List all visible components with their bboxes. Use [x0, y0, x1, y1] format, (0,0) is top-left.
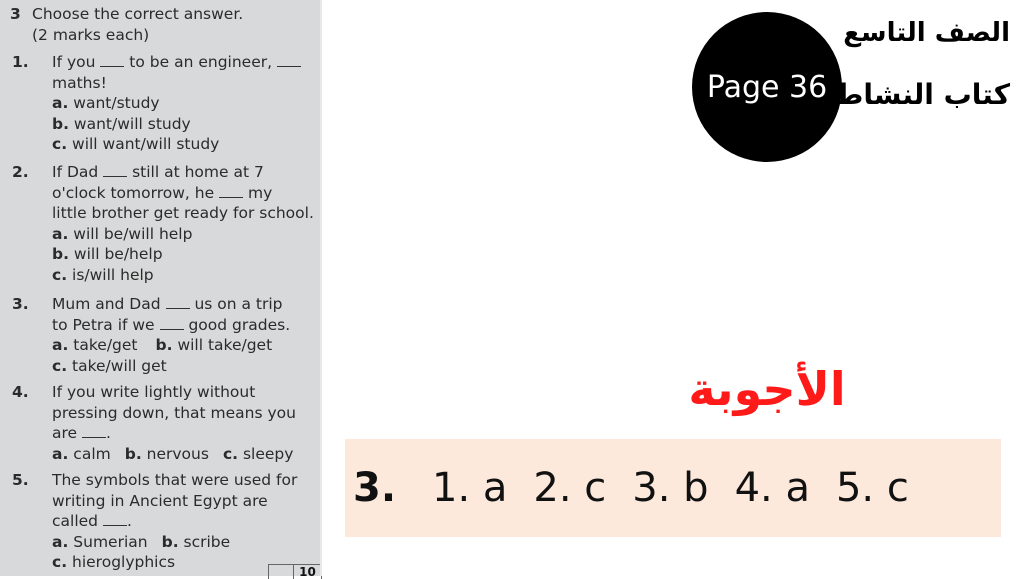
question-text: 3. Mum and Dad us on a trip: [12, 295, 283, 313]
answer-item: 5. c: [835, 465, 909, 511]
option-c: c. is/will help: [52, 265, 154, 284]
question-3: 3. Mum and Dad us on a trip to Petra if w…: [12, 294, 322, 376]
options-ab: a. Sumerian b. scribe: [52, 532, 231, 551]
exercise-title: Choose the correct answer.: [32, 5, 244, 23]
question-text: 5. The symbols that were used for: [12, 471, 298, 489]
score-input-cell: [269, 565, 294, 579]
answer-blank: [219, 186, 244, 198]
grade-label: الصف التاسع: [843, 18, 1010, 48]
question-text: 1. If you to be an engineer,: [12, 52, 322, 73]
answer-blank: [165, 297, 190, 309]
question-4: 4. If you write lightly without pressing …: [12, 382, 322, 464]
answer-item: 3. b: [632, 465, 709, 511]
question-text-cont: writing in Ancient Egypt are: [52, 491, 268, 510]
options-ab: a. take/get b. will take/get: [52, 336, 273, 354]
option-a: a. will be/will help: [52, 224, 193, 243]
exercise-number: 3: [10, 5, 21, 23]
answer-blank: [159, 318, 184, 330]
page-badge-label: Page 36: [706, 69, 828, 105]
option-c: c. take/will get: [52, 356, 167, 375]
answer-blank: [103, 165, 128, 177]
question-text: 2. If Dad still at home at 7: [12, 163, 264, 181]
answer-item: 4. a: [734, 465, 810, 511]
answers-title: الأجوبة: [688, 362, 846, 416]
answer-box: 3. 1. a 2. c 3. b 4. a 5. c: [345, 439, 1001, 537]
question-text-cont: o'clock tomorrow, he my: [52, 183, 273, 202]
option-c: c. will want/will study: [52, 135, 220, 153]
question-text: 4. If you write lightly without: [12, 383, 256, 401]
question-5: 5. The symbols that were used for writing…: [12, 470, 322, 573]
question-text-cont: called .: [52, 512, 132, 530]
option-a: a. want/study: [52, 94, 160, 112]
option-b: b. will be/help: [52, 245, 163, 263]
question-2: 2. If Dad still at home at 7 o'clock tomo…: [12, 162, 322, 285]
answer-blank: [82, 426, 106, 438]
answer-blank: [100, 55, 125, 67]
score-box: 10: [268, 564, 322, 579]
question-1: 1. If you to be an engineer, maths! a. wa…: [12, 52, 322, 155]
exercise-header: 3 Choose the correct answer. (2 marks eac…: [10, 4, 243, 45]
page-badge: Page 36: [692, 12, 842, 162]
question-text-cont: pressing down, that means you: [52, 403, 296, 422]
options-abc: a. calm b. nervous c. sleepy: [52, 444, 294, 463]
book-label: كتاب النشاط: [834, 78, 1010, 111]
answer-blank: [276, 55, 301, 67]
answer-blank: [102, 514, 127, 526]
question-text-cont: to Petra if we good grades.: [52, 315, 291, 334]
option-b: b. want/will study: [52, 114, 191, 133]
total-marks: 10: [299, 565, 316, 579]
answer-exercise-number: 3.: [353, 465, 397, 511]
question-text-cont: little brother get ready for school.: [52, 204, 314, 222]
panel-divider: [320, 0, 322, 576]
question-text-cont: maths!: [52, 73, 107, 92]
answer-item: 1. a: [432, 465, 508, 511]
exercise-marks: (2 marks each): [32, 25, 150, 44]
question-text-cont: are .: [52, 424, 111, 442]
answer-item: 2. c: [533, 465, 607, 511]
worksheet-panel: 3 Choose the correct answer. (2 marks eac…: [0, 0, 322, 579]
